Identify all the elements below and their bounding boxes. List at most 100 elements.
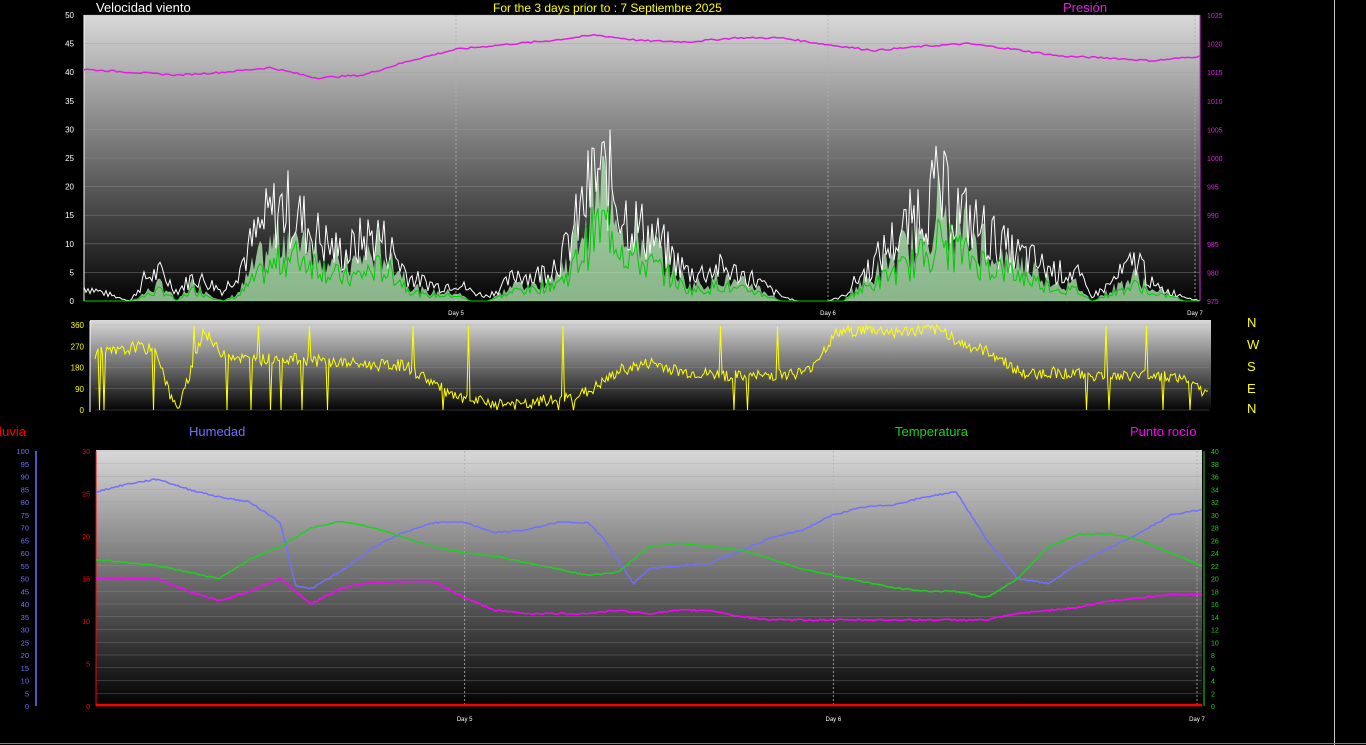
wind-y-tick: 50 [65, 11, 74, 20]
temperature-y-tick: 36 [1211, 475, 1219, 482]
wind-y-tick: 30 [65, 125, 74, 134]
humidity-y-tick: 65 [21, 536, 29, 545]
direction-axis: 0 90 180 270 360 [71, 321, 85, 415]
period-title: For the 3 days prior to : 7 Septiembre 2… [493, 1, 722, 15]
humidity-y-tick: 70 [21, 524, 29, 533]
weather-graphs-window: 0 5 10 15 20 25 30 35 40 45 50 975 980 985 990 995 1000… [0, 0, 1366, 745]
temperature-y-tick: 4 [1211, 679, 1215, 686]
direction-y-tick: 90 [75, 385, 84, 394]
pressure-y-tick: 985 [1207, 242, 1219, 249]
humidity-y-tick: 30 [21, 626, 29, 635]
humidity-legend: Humedad [189, 424, 245, 439]
temperature-y-tick: 38 [1211, 462, 1219, 469]
wind-y-tick: 20 [65, 183, 74, 192]
wind-y-tick: 25 [65, 154, 74, 163]
humidity-y-tick: 100 [16, 447, 29, 456]
pressure-chart-title: Presión [1063, 0, 1107, 15]
temperature-y-tick: 24 [1211, 551, 1219, 558]
temp-x-tick: Day 6 [825, 717, 841, 723]
direction-y-tick: 0 [80, 406, 85, 415]
compass-n-bottom: N [1247, 401, 1256, 416]
compass-n-top: N [1247, 315, 1256, 330]
humidity-y-tick: 85 [21, 485, 29, 494]
charts-canvas: 05101520253035404550 9759809859909951000… [0, 0, 1260, 723]
wind-x-tick: Day 5 [448, 311, 464, 317]
wind-x-tick: Day 6 [820, 311, 836, 317]
wind-y-tick: 0 [70, 297, 75, 306]
temp-humidity-chart: Lluvia Humedad Temperatura Punto rocío 0… [0, 424, 1219, 723]
humidity-axis: 0 5 10 15 20 25 30 35 40 45 50 55 60 65 70 75 80 85 90 95 10… [16, 447, 29, 711]
pressure-axis: 975 980 985 990 995 1000 1005 1010 1015 1020 1025 [1207, 13, 1223, 306]
temp-time-axis: Day 5 Day 6 Day 7 [457, 717, 1206, 723]
wind-y-tick: 15 [65, 211, 74, 220]
pressure-y-tick: 1000 [1207, 156, 1223, 163]
humidity-y-tick: 0 [25, 702, 29, 711]
pressure-y-tick: 995 [1207, 185, 1219, 192]
wind-y-tick: 35 [65, 97, 74, 106]
humidity-y-tick: 25 [21, 638, 29, 647]
temperature-axis: 0246810121416182022242628303234363840 [1211, 449, 1219, 711]
rain-axis: 0 5 10 15 20 25 30 [82, 449, 90, 711]
pressure-y-tick: 1010 [1207, 99, 1223, 106]
temperature-legend: Temperatura [895, 424, 969, 439]
wind-y-tick: 10 [65, 240, 74, 249]
temperature-y-tick: 28 [1211, 526, 1219, 533]
rain-y-tick: 30 [82, 449, 90, 456]
compass-e: E [1247, 381, 1256, 396]
wind-x-tick: Day 7 [1187, 311, 1203, 317]
rain-y-tick: 25 [82, 492, 90, 499]
wind-chart-title: Velocidad viento [96, 0, 191, 15]
temperature-y-tick: 22 [1211, 564, 1219, 571]
temperature-y-tick: 0 [1211, 704, 1215, 711]
humidity-y-tick: 15 [21, 664, 29, 673]
temperature-y-tick: 10 [1211, 640, 1219, 647]
compass-s: S [1247, 359, 1256, 374]
humidity-y-tick: 45 [21, 587, 29, 596]
wind-time-axis: Day 5 Day 6 Day 7 [448, 311, 1203, 317]
temperature-y-tick: 2 [1211, 691, 1215, 698]
humidity-y-tick: 90 [21, 473, 29, 482]
temperature-y-tick: 8 [1211, 653, 1215, 660]
humidity-y-tick: 75 [21, 511, 29, 520]
direction-y-tick: 270 [71, 342, 85, 351]
pressure-y-tick: 990 [1207, 213, 1219, 220]
temperature-y-tick: 18 [1211, 589, 1219, 596]
dewpoint-legend: Punto rocío [1130, 424, 1197, 439]
temp-x-tick: Day 7 [1189, 717, 1205, 723]
humidity-y-tick: 5 [25, 689, 29, 698]
direction-y-tick: 360 [71, 321, 85, 330]
compass-w: W [1247, 337, 1260, 352]
temperature-y-tick: 12 [1211, 628, 1219, 635]
rain-y-tick: 5 [86, 662, 90, 669]
direction-y-tick: 180 [71, 364, 85, 373]
temperature-y-tick: 20 [1211, 577, 1219, 584]
rain-y-tick: 15 [82, 577, 90, 584]
pressure-y-tick: 980 [1207, 270, 1219, 277]
pressure-y-tick: 1015 [1207, 70, 1223, 77]
humidity-y-tick: 50 [21, 575, 29, 584]
compass-labels: N W S E N [1247, 315, 1260, 416]
wind-direction-chart: 0 90 180 270 360 N W S E N [71, 315, 1260, 416]
pressure-y-tick: 1025 [1207, 13, 1223, 20]
temperature-y-tick: 34 [1211, 487, 1219, 494]
rain-y-tick: 10 [82, 619, 90, 626]
rain-y-tick: 0 [86, 704, 90, 711]
pressure-y-tick: 1005 [1207, 127, 1223, 134]
humidity-y-tick: 40 [21, 600, 29, 609]
wind-y-tick: 45 [65, 40, 74, 49]
humidity-y-tick: 95 [21, 460, 29, 469]
temperature-y-tick: 16 [1211, 602, 1219, 609]
humidity-y-tick: 10 [21, 677, 29, 686]
humidity-y-tick: 60 [21, 549, 29, 558]
wind-speed-axis: 0 5 10 15 20 25 30 35 40 45 50 [65, 11, 74, 306]
temp-gridlines [35, 450, 1205, 707]
wind-y-tick: 5 [70, 268, 75, 277]
temperature-y-tick: 32 [1211, 500, 1219, 507]
temperature-y-tick: 40 [1211, 449, 1219, 456]
humidity-y-tick: 20 [21, 651, 29, 660]
wind-pressure-chart: 05101520253035404550 9759809859909951000… [65, 0, 1223, 317]
rain-y-tick: 20 [82, 534, 90, 541]
temp-x-tick: Day 5 [457, 717, 473, 723]
humidity-y-tick: 55 [21, 562, 29, 571]
temperature-y-tick: 30 [1211, 513, 1219, 520]
